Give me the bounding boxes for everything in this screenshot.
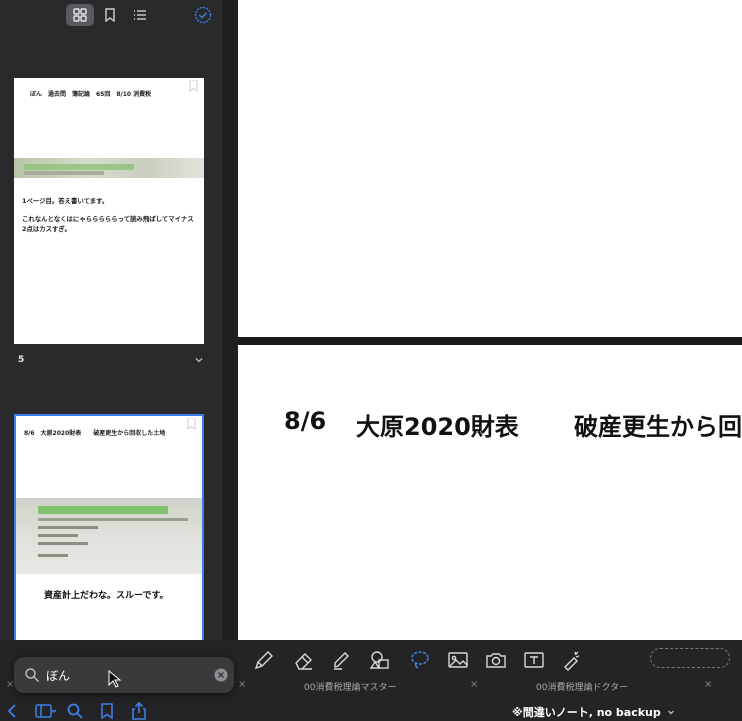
page-thumbnail-4[interactable]: ぼん 過去問 簿記論 65回 8/10 消費税 1ページ目。答え書いてます。 こ… bbox=[14, 78, 204, 344]
page-5[interactable]: 8/6 大原2020財表 破産更生から回 bbox=[238, 345, 742, 640]
page-heading-title: 大原2020財表 bbox=[356, 413, 519, 441]
shapes-icon[interactable] bbox=[368, 648, 392, 672]
navigation-bar: ※間違いノート, no backup bbox=[0, 700, 742, 721]
page-number-label: 5 bbox=[18, 355, 25, 365]
back-chevron-icon[interactable] bbox=[4, 702, 22, 720]
bookmark-icon[interactable] bbox=[98, 702, 116, 720]
pen-icon[interactable] bbox=[252, 648, 276, 672]
close-tab-icon[interactable]: × bbox=[470, 679, 478, 690]
sidebar-view-switcher bbox=[66, 4, 154, 28]
bookmark-corner-icon[interactable] bbox=[187, 418, 196, 430]
page-thumbnail-5[interactable]: 8/6 大原2020財表 破産更生から回収した土地 資産計上だわな。スルーです。 bbox=[14, 414, 204, 640]
highlighter-icon[interactable] bbox=[330, 648, 354, 672]
grid-icon bbox=[73, 8, 87, 22]
app-window: ぼん 過去問 簿記論 65回 8/10 消費税 1ページ目。答え書いてます。 こ… bbox=[0, 0, 742, 721]
search-icon bbox=[25, 668, 40, 683]
close-tab-icon[interactable]: × bbox=[238, 679, 246, 690]
thumbnail-line-1: 資産計上だわな。スルーです。 bbox=[44, 591, 169, 601]
drawing-toolbar bbox=[238, 640, 742, 678]
image-icon[interactable] bbox=[446, 648, 470, 672]
page-heading-date: 8/6 bbox=[284, 407, 327, 435]
laser-pointer-icon[interactable] bbox=[560, 648, 584, 672]
eraser-icon[interactable] bbox=[292, 648, 316, 672]
photo-snippet bbox=[14, 158, 204, 178]
sidebar-toggle-icon[interactable] bbox=[34, 702, 56, 720]
thumbnail-header: ぼん 過去問 簿記論 65回 8/10 消費税 bbox=[30, 91, 152, 98]
bookmarks-view-button[interactable] bbox=[96, 4, 124, 26]
tab-label[interactable]: 00消費税理論マスター bbox=[304, 680, 396, 693]
select-check-icon[interactable] bbox=[194, 6, 212, 24]
search-icon[interactable] bbox=[66, 702, 84, 720]
share-icon[interactable] bbox=[130, 702, 148, 720]
page-heading-tail: 破産更生から回 bbox=[574, 413, 742, 441]
bookmark-icon bbox=[105, 8, 115, 22]
photo-snippet bbox=[16, 498, 202, 574]
search-popup bbox=[14, 657, 234, 693]
thumbnail-line-2: これなんとなくはにゃらららららって読み飛ばしてマイナス2点はカスすぎ。 bbox=[22, 215, 194, 233]
document-title[interactable]: ※間違いノート, no backup bbox=[512, 704, 675, 720]
mouse-cursor-icon bbox=[108, 670, 122, 688]
document-canvas[interactable]: 8/6 大原2020財表 破産更生から回 bbox=[238, 0, 742, 640]
camera-icon[interactable] bbox=[484, 648, 508, 672]
close-tab-icon[interactable]: × bbox=[704, 679, 712, 690]
grid-view-button[interactable] bbox=[66, 4, 94, 26]
lasso-icon[interactable] bbox=[408, 648, 432, 672]
sidebar-divider[interactable] bbox=[222, 0, 238, 640]
clear-search-icon[interactable] bbox=[214, 668, 228, 682]
selection-options-pill[interactable] bbox=[650, 648, 730, 668]
bookmark-corner-icon[interactable] bbox=[189, 80, 198, 92]
thumbnail-line-1: 1ページ目。答え書いてます。 bbox=[22, 197, 109, 205]
page-4[interactable] bbox=[238, 0, 742, 337]
thumbnail-sidebar: ぼん 過去問 簿記論 65回 8/10 消費税 1ページ目。答え書いてます。 こ… bbox=[0, 0, 222, 640]
chevron-down-icon bbox=[667, 710, 674, 715]
outline-view-button[interactable] bbox=[126, 4, 154, 26]
chevron-down-icon[interactable] bbox=[194, 355, 204, 365]
list-icon bbox=[134, 10, 146, 20]
tab-label[interactable]: 00消費税理論ドクター bbox=[536, 680, 628, 693]
document-title-text: ※間違いノート, no backup bbox=[512, 706, 661, 719]
text-box-icon[interactable] bbox=[522, 648, 546, 672]
search-input[interactable] bbox=[46, 664, 206, 686]
thumbnail-header: 8/6 大原2020財表 破産更生から回収した土地 bbox=[24, 430, 166, 437]
